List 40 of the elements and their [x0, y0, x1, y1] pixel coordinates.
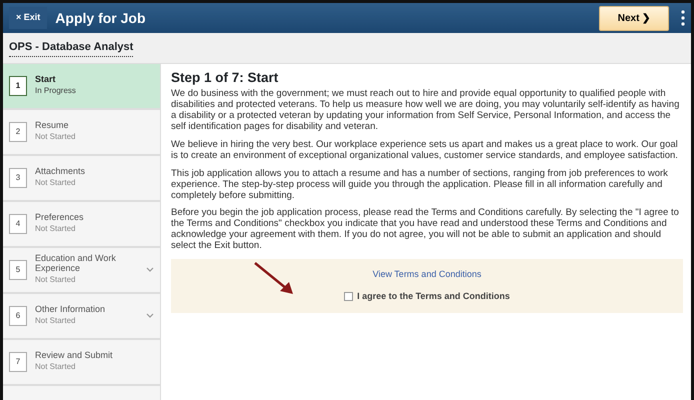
step-number: 3 [9, 168, 27, 188]
step-title: Review and Submit [35, 351, 113, 361]
agree-checkbox[interactable]: I agree to the Terms and Conditions [344, 290, 510, 304]
step-status: Not Started [35, 274, 76, 286]
step-item[interactable]: 1 Start In Progress [3, 64, 160, 110]
step-item[interactable]: 4 Preferences Not Started [3, 202, 160, 248]
step-item[interactable]: 3 Attachments Not Started [3, 156, 160, 202]
step-item[interactable]: 5 Education and Work Experience Not Started [3, 248, 160, 294]
step-number: 2 [9, 122, 27, 142]
step-status: Not Started [35, 222, 76, 235]
paragraph: We do business with the government; we must reach out to hire and provide equal opportunity to qualified people with disabilities and protected veterans. To help us measure how well we are doing, you may voluntarily self-identify as having a disability or a protected veteran by updating your information from Self Service, Personal Information, and access the self identification pages for disability and veteran. [171, 89, 680, 133]
step-title: Resume [35, 121, 70, 131]
paragraph: Before you begin the job application process, please read the Terms and Conditions carefully. By selecting the "I agree to the Terms and Conditions" checkbox you indicate that you have read and understood these Terms and Conditions and acknowledge your agreement with them. If you do not agree, you will not be able to submit an application and should select the Exit button. [171, 208, 680, 252]
step-number: 5 [9, 260, 27, 280]
step-heading: Step 1 of 7: Start [171, 70, 280, 86]
more-menu-icon[interactable] [681, 10, 685, 26]
paragraph: We believe in hiring the very best. Our workplace experience sets us apart and makes us a great place to work. Our goal is to create an environment of exceptional organizational values, customer service standards, and employee satisfaction. [171, 140, 679, 162]
step-status: Not Started [35, 360, 76, 373]
paragraph: This job application allows you to attach a resume and has a number of sections, ranging from job preferences to work experience. The step-by-step process will guide you through the application. Please fill in all information carefully and completely before submitting. [171, 168, 669, 202]
step-number: 1 [9, 76, 27, 96]
step-item[interactable]: 7 Review and Submit Not Started [3, 340, 160, 386]
step-number: 7 [9, 352, 27, 372]
next-button[interactable]: Next ❯ [599, 6, 669, 30]
step-status: In Progress [35, 84, 76, 97]
page-title: Apply for Job [55, 8, 146, 28]
step-status: Not Started [35, 130, 76, 143]
step-title: Other Information [35, 305, 106, 315]
step-status: Not Started [35, 314, 76, 327]
terms-link[interactable]: View Terms and Conditions [372, 268, 482, 282]
step-title: Attachments [35, 167, 86, 177]
job-title: OPS - Database Analyst [9, 39, 134, 57]
exit-button[interactable]: × Exit [9, 7, 48, 29]
step-item[interactable]: 2 Resume Not Started [3, 110, 160, 156]
step-item[interactable]: 6 Other Information Not Started [3, 294, 160, 340]
step-title: Education and Work Experience [35, 254, 117, 274]
step-title: Preferences [35, 213, 84, 223]
step-number: 6 [9, 306, 27, 326]
step-title: Start [35, 75, 57, 85]
step-status: Not Started [35, 176, 76, 189]
step-number: 4 [9, 214, 27, 234]
